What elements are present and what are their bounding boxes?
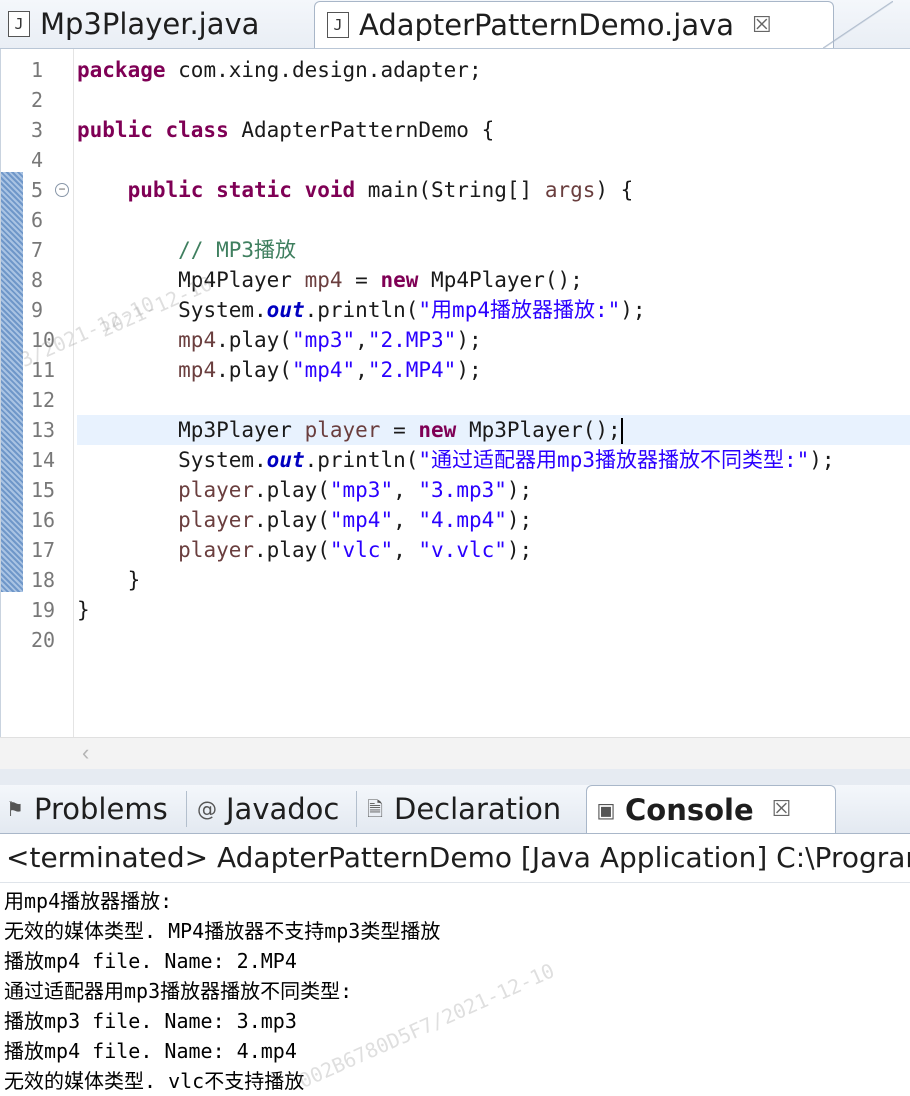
tab-declaration[interactable]: 🗎 Declaration xyxy=(364,785,561,833)
fold-collapse-icon[interactable]: − xyxy=(55,183,69,197)
declaration-icon: 🗎 xyxy=(366,797,384,821)
console-status: <terminated> AdapterPatternDemo [Java Ap… xyxy=(0,834,910,883)
line-number: 8 xyxy=(31,268,44,292)
code-line[interactable]: } xyxy=(77,565,910,595)
code-line[interactable]: public class AdapterPatternDemo { xyxy=(77,115,910,145)
line-number: 4 xyxy=(31,148,44,172)
code-line-current[interactable]: Mp3Player player = new Mp3Player(); xyxy=(77,415,910,445)
tab-adapterpatterndemo-java[interactable]: J AdapterPatternDemo.java ☒ xyxy=(314,1,893,48)
tab-label: Console xyxy=(625,792,754,827)
console-icon: ▣ xyxy=(596,797,616,822)
scroll-left-icon[interactable]: ‹ xyxy=(82,740,89,766)
javadoc-icon: @ xyxy=(197,797,217,821)
tab-console[interactable]: ▣ Console ☒ xyxy=(586,785,836,833)
line-number: 18 xyxy=(31,568,56,592)
line-number: 1 xyxy=(31,58,44,82)
code-line[interactable]: public static void main(String[] args) { xyxy=(77,175,910,205)
java-file-icon: J xyxy=(8,11,30,37)
console-line: 播放mp4 file. Name: 4.mp4 xyxy=(4,1039,297,1063)
change-indicator-bar xyxy=(1,172,23,592)
tab-label: Declaration xyxy=(394,792,562,826)
horizontal-scrollbar[interactable]: ‹ xyxy=(0,737,910,770)
console-line: 播放mp4 file. Name: 2.MP4 xyxy=(4,949,297,973)
code-line[interactable]: mp4.play("mp3","2.MP3"); xyxy=(77,325,910,355)
console-line: 无效的媒体类型. vlc不支持播放 xyxy=(4,1069,305,1093)
line-number: 16 xyxy=(31,508,56,532)
line-number: 20 xyxy=(31,628,56,652)
problems-icon: ⚑ xyxy=(6,797,24,821)
line-number: 17 xyxy=(31,538,56,562)
close-icon[interactable]: ☒ xyxy=(752,13,772,38)
tab-label: Javadoc xyxy=(226,792,340,826)
tab-label: Mp3Player.java xyxy=(40,7,260,41)
line-number: 6 xyxy=(31,208,44,232)
line-number: 7 xyxy=(31,238,44,262)
code-line[interactable]: System.out.println("用mp4播放器播放:"); xyxy=(77,295,910,325)
code-line[interactable]: player.play("vlc", "v.vlc"); xyxy=(77,535,910,565)
line-number: 13 xyxy=(31,418,56,442)
tab-separator xyxy=(356,791,357,827)
code-line[interactable]: mp4.play("mp4","2.MP4"); xyxy=(77,355,910,385)
code-line[interactable]: System.out.println("通过适配器用mp3播放器播放不同类型:"… xyxy=(77,445,910,475)
line-number: 12 xyxy=(31,388,56,412)
tab-separator xyxy=(186,791,187,827)
console-line: 通过适配器用mp3播放器播放不同类型: xyxy=(4,979,353,1003)
code-line[interactable]: // MP3播放 xyxy=(77,235,910,265)
text-caret xyxy=(620,418,623,444)
console-line: 用mp4播放器播放: xyxy=(4,889,173,913)
editor-tab-bar: J Mp3Player.java J AdapterPatternDemo.ja… xyxy=(0,0,910,49)
code-line[interactable]: player.play("mp4", "4.mp4"); xyxy=(77,505,910,535)
close-icon[interactable]: ☒ xyxy=(772,797,792,822)
line-number: 14 xyxy=(31,448,56,472)
pane-splitter[interactable] xyxy=(0,769,910,785)
line-number: 15 xyxy=(31,478,56,502)
line-number: 3 xyxy=(31,118,44,142)
tab-mp3player-java[interactable]: J Mp3Player.java xyxy=(0,2,312,46)
tab-label: AdapterPatternDemo.java xyxy=(359,8,735,42)
line-number: 2 xyxy=(31,88,44,112)
code-line[interactable]: player.play("mp3", "3.mp3"); xyxy=(77,475,910,505)
tab-label: Problems xyxy=(34,792,168,826)
code-line[interactable]: } xyxy=(77,595,910,625)
code-line[interactable]: package com.xing.design.adapter; xyxy=(77,55,910,85)
line-number: 19 xyxy=(31,598,56,622)
java-file-icon: J xyxy=(327,12,349,38)
console-line: 无效的媒体类型. MP4播放器不支持mp3类型播放 xyxy=(4,919,441,943)
line-number: 9 xyxy=(31,298,44,322)
tab-javadoc[interactable]: @ Javadoc xyxy=(196,785,339,833)
code-editor[interactable]: 1 2 3 4 5 6 7 8 9 10 11 12 13 14 15 16 1… xyxy=(0,49,910,737)
view-tab-bar: ⚑ Problems @ Javadoc 🗎 Declaration ▣ Con… xyxy=(0,785,910,834)
tab-problems[interactable]: ⚑ Problems xyxy=(4,785,168,833)
console-line: 播放mp3 file. Name: 3.mp3 xyxy=(4,1009,297,1033)
